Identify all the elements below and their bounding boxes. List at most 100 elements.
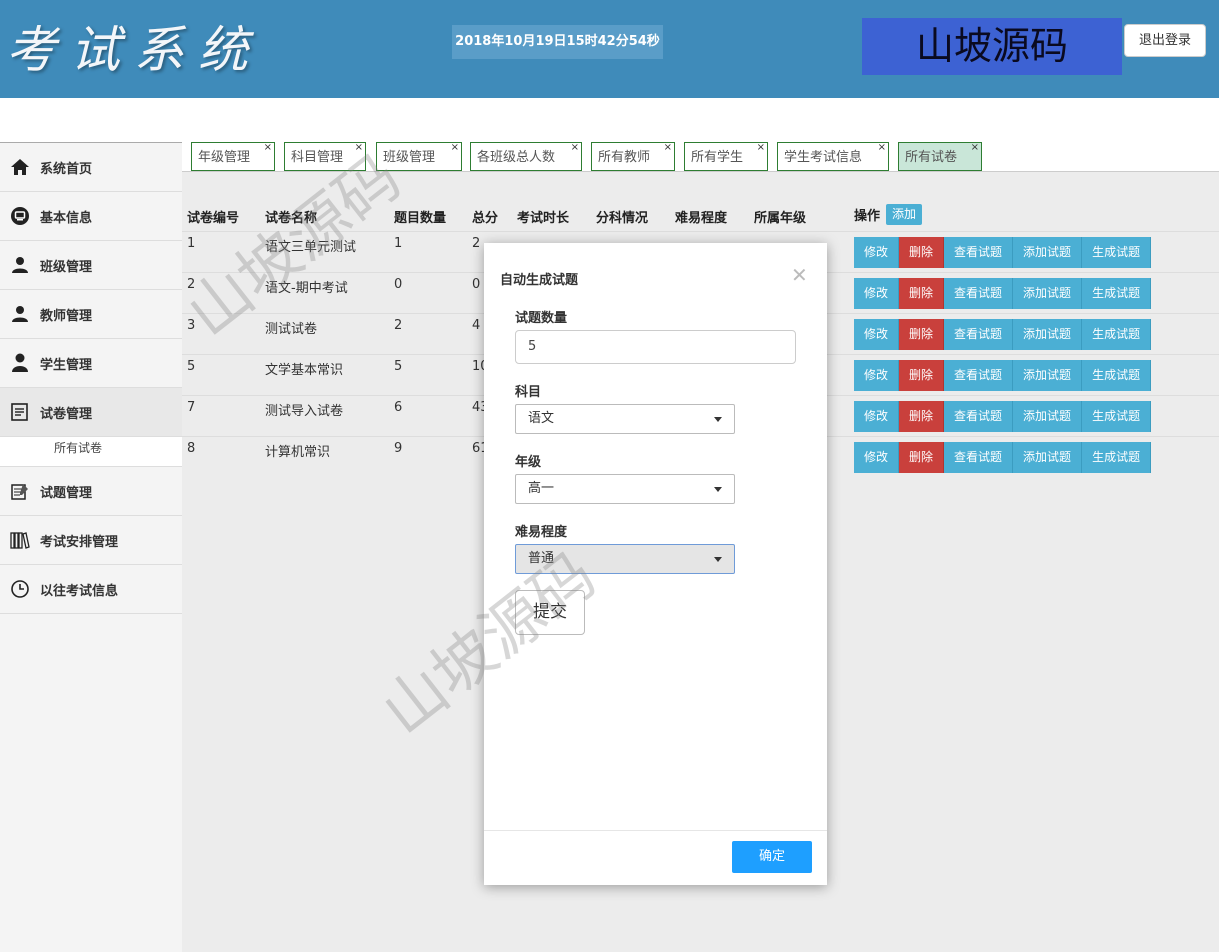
close-icon[interactable]: × <box>264 133 272 162</box>
sidebar-item-exam-schedule[interactable]: 考试安排管理 <box>0 516 182 565</box>
add-questions-button[interactable]: 添加试题 <box>1013 278 1083 309</box>
delete-button[interactable]: 删除 <box>899 360 945 391</box>
generate-questions-button[interactable]: 生成试题 <box>1082 401 1152 432</box>
sidebar-item-home[interactable]: 系统首页 <box>0 143 182 192</box>
tab-class-count[interactable]: 各班级总人数 × <box>470 142 582 171</box>
col-header: 总分 <box>472 211 499 226</box>
cell-count: 2 <box>394 318 403 333</box>
cell-total: 2 <box>472 236 481 251</box>
close-icon[interactable]: × <box>757 133 765 162</box>
add-questions-button[interactable]: 添加试题 <box>1013 442 1083 473</box>
generate-questions-button[interactable]: 生成试题 <box>1082 278 1152 309</box>
cell-name: 语文三单元测试 <box>265 240 357 255</box>
view-questions-button[interactable]: 查看试题 <box>944 360 1014 391</box>
col-header: 难易程度 <box>675 211 728 226</box>
add-questions-button[interactable]: 添加试题 <box>1013 401 1083 432</box>
difficulty-select[interactable]: 普通 <box>515 544 735 574</box>
tab-all-teachers[interactable]: 所有教师 × <box>591 142 675 171</box>
close-icon[interactable]: × <box>355 133 363 162</box>
sidebar-item-label: 学生管理 <box>40 357 93 373</box>
cell-name: 计算机常识 <box>265 445 331 460</box>
table-header: 试卷编号 试卷名称 题目数量 总分 考试时长 分科情况 难易程度 所属年级 操作… <box>182 198 1219 231</box>
tab-label: 所有试卷 <box>905 150 958 165</box>
tab-label: 年级管理 <box>198 150 251 165</box>
delete-button[interactable]: 删除 <box>899 237 945 268</box>
edit-button[interactable]: 修改 <box>854 319 900 350</box>
books-icon <box>10 530 30 550</box>
tab-subject[interactable]: 科目管理 × <box>284 142 366 171</box>
delete-button[interactable]: 删除 <box>899 278 945 309</box>
generate-questions-button[interactable]: 生成试题 <box>1082 442 1152 473</box>
tab-student-exam-info[interactable]: 学生考试信息 × <box>777 142 889 171</box>
sidebar-subitem-all-papers[interactable]: 所有试卷 <box>0 437 182 467</box>
chevron-down-icon <box>714 557 722 562</box>
sidebar-item-teacher[interactable]: 教师管理 <box>0 290 182 339</box>
view-questions-button[interactable]: 查看试题 <box>944 401 1014 432</box>
question-count-label: 试题数量 <box>515 311 568 326</box>
cell-id: 2 <box>187 277 196 292</box>
cell-id: 7 <box>187 400 196 415</box>
edit-button[interactable]: 修改 <box>854 360 900 391</box>
tab-all-students[interactable]: 所有学生 × <box>684 142 768 171</box>
app-header: 考试系统 2018年10月19日15时42分54秒 山坡源码 退出登录 <box>0 0 1219 98</box>
close-icon[interactable]: × <box>451 133 459 162</box>
generate-questions-button[interactable]: 生成试题 <box>1082 360 1152 391</box>
close-icon[interactable]: × <box>664 133 672 162</box>
question-count-input[interactable]: 5 <box>515 330 796 364</box>
tab-label: 科目管理 <box>291 150 344 165</box>
sidebar-item-exam-paper[interactable]: 试卷管理 <box>0 388 182 437</box>
sidebar-item-label: 考试安排管理 <box>40 534 119 550</box>
view-questions-button[interactable]: 查看试题 <box>944 442 1014 473</box>
add-questions-button[interactable]: 添加试题 <box>1013 237 1083 268</box>
difficulty-value: 普通 <box>528 551 555 566</box>
user-icon <box>10 304 30 324</box>
close-icon[interactable]: × <box>571 133 579 162</box>
sidebar-item-past-exams[interactable]: 以往考试信息 <box>0 565 182 614</box>
sidebar-item-basic-info[interactable]: 基本信息 <box>0 192 182 241</box>
view-questions-button[interactable]: 查看试题 <box>944 319 1014 350</box>
tab-all-papers[interactable]: 所有试卷 × <box>898 142 982 171</box>
delete-button[interactable]: 删除 <box>899 319 945 350</box>
subject-select[interactable]: 语文 <box>515 404 735 434</box>
user-icon <box>10 255 30 275</box>
col-header: 题目数量 <box>394 211 447 226</box>
logout-button[interactable]: 退出登录 <box>1124 24 1206 57</box>
edit-button[interactable]: 修改 <box>854 237 900 268</box>
row-actions: 修改 删除 查看试题 添加试题 生成试题 <box>854 237 1152 268</box>
sidebar-item-questions[interactable]: 试题管理 <box>0 467 182 516</box>
tab-class[interactable]: 班级管理 × <box>376 142 462 171</box>
grade-select[interactable]: 高一 <box>515 474 735 504</box>
cell-total: 4 <box>472 318 481 333</box>
cell-name: 测试导入试卷 <box>265 404 344 419</box>
edit-button[interactable]: 修改 <box>854 442 900 473</box>
close-icon[interactable]: × <box>878 133 886 162</box>
sidebar-item-class[interactable]: 班级管理 <box>0 241 182 290</box>
edit-button[interactable]: 修改 <box>854 278 900 309</box>
confirm-button[interactable]: 确定 <box>732 841 812 873</box>
generate-questions-dialog: 自动生成试题 ✕ 试题数量 5 科目 语文 年级 高一 难易程度 普通 提交 确… <box>484 243 827 885</box>
edit-button[interactable]: 修改 <box>854 401 900 432</box>
row-actions: 修改 删除 查看试题 添加试题 生成试题 <box>854 360 1152 391</box>
delete-button[interactable]: 删除 <box>899 442 945 473</box>
subject-label: 科目 <box>515 385 542 400</box>
cell-total: 0 <box>472 277 481 292</box>
close-icon[interactable]: × <box>971 133 979 162</box>
cell-count: 5 <box>394 359 403 374</box>
cell-id: 3 <box>187 318 196 333</box>
tab-grade[interactable]: 年级管理 × <box>191 142 275 171</box>
submit-button[interactable]: 提交 <box>515 590 585 635</box>
tab-label: 学生考试信息 <box>784 150 863 165</box>
sidebar-item-label: 试题管理 <box>40 485 93 501</box>
generate-questions-button[interactable]: 生成试题 <box>1082 237 1152 268</box>
delete-button[interactable]: 删除 <box>899 401 945 432</box>
add-questions-button[interactable]: 添加试题 <box>1013 319 1083 350</box>
view-questions-button[interactable]: 查看试题 <box>944 278 1014 309</box>
add-questions-button[interactable]: 添加试题 <box>1013 360 1083 391</box>
cell-count: 1 <box>394 236 403 251</box>
add-paper-button[interactable]: 添加 <box>886 204 923 225</box>
app-logo: 考试系统 <box>6 21 262 79</box>
generate-questions-button[interactable]: 生成试题 <box>1082 319 1152 350</box>
sidebar-item-student[interactable]: 学生管理 <box>0 339 182 388</box>
view-questions-button[interactable]: 查看试题 <box>944 237 1014 268</box>
close-icon[interactable]: ✕ <box>791 263 808 287</box>
